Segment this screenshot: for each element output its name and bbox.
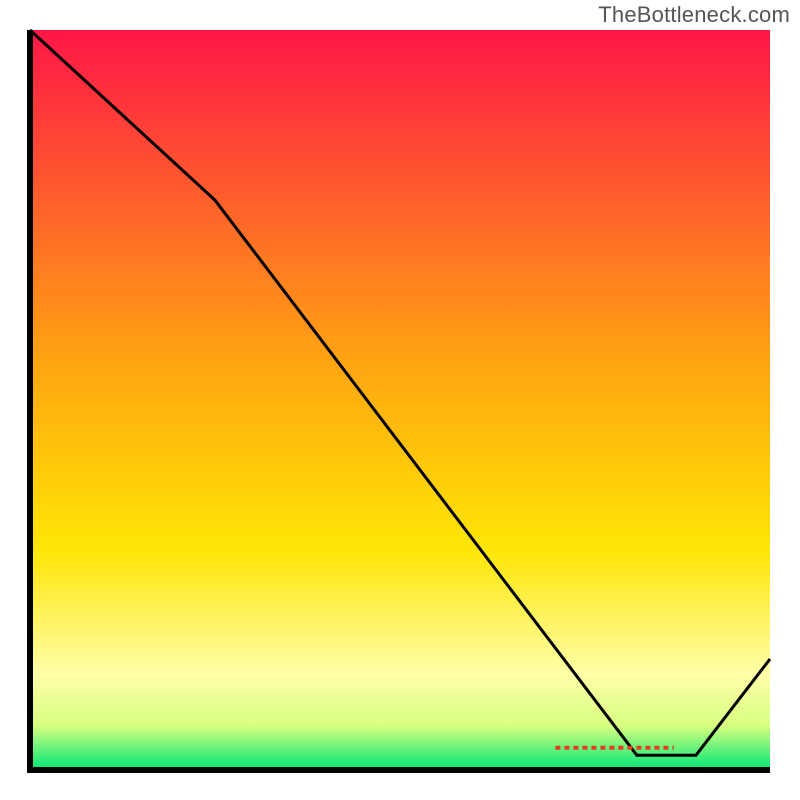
attribution-text: TheBottleneck.com bbox=[598, 2, 790, 28]
plot-background bbox=[30, 30, 770, 770]
bottleneck-chart bbox=[0, 0, 800, 800]
